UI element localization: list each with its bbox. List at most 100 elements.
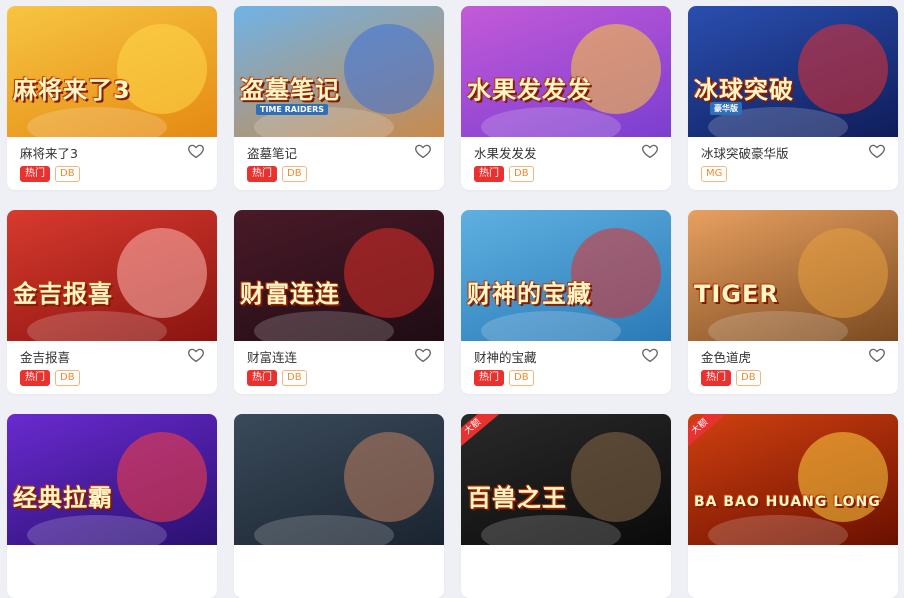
game-logo-text: 麻将来了3	[13, 76, 131, 104]
game-name: 财富连连	[247, 350, 298, 365]
game-tags: 热门 DB	[20, 370, 80, 386]
game-logo-subtitle: 豪华版	[710, 102, 742, 115]
game-logo-text: 财神的宝藏	[467, 280, 592, 308]
heart-outline-icon	[869, 348, 885, 363]
corner-badge: 大额	[461, 414, 501, 452]
game-card[interactable]: 经典拉霸	[7, 414, 217, 598]
game-logo-text: 盗墓笔记	[240, 76, 340, 104]
game-card[interactable]: 盗墓笔记 TIME RAIDERS 盗墓笔记 热门 DB	[234, 6, 444, 190]
game-grid: 麻将来了3 麻将来了3 热门 DB 盗墓笔记 TIME RAIDERS 盗墓笔记 热门 DB 水果…	[7, 6, 898, 598]
favorite-heart-icon[interactable]	[414, 142, 432, 160]
artwork-decoration	[344, 24, 434, 114]
game-info: 盗墓笔记热门 DB	[234, 137, 444, 190]
game-logo-text: 金吉报喜	[13, 280, 113, 308]
game-logo-text: 冰球突破	[694, 76, 794, 104]
hot-tag: 热门	[701, 370, 731, 386]
game-card[interactable]: 金吉报喜 金吉报喜 热门 DB	[7, 210, 217, 394]
game-logo-text: 水果发发发	[467, 76, 592, 104]
game-logo-text: TIGER	[694, 280, 779, 308]
provider-tag: DB	[509, 370, 534, 386]
game-thumbnail[interactable]: 冰球突破 豪华版	[688, 6, 898, 137]
game-thumbnail[interactable]: 百兽之王 大额	[461, 414, 671, 545]
favorite-heart-icon[interactable]	[187, 346, 205, 364]
corner-badge: 大额	[688, 414, 728, 452]
hot-tag: 热门	[474, 166, 504, 182]
heart-outline-icon	[415, 348, 431, 363]
game-card[interactable]: TIGER 金色道虎热门 DB	[688, 210, 898, 394]
favorite-heart-icon[interactable]	[868, 346, 886, 364]
favorite-heart-icon[interactable]	[641, 346, 659, 364]
game-thumbnail[interactable]: BA BAO HUANG LONG 大额	[688, 414, 898, 545]
game-tags: 热门 DB	[474, 370, 534, 386]
game-card[interactable]: BA BAO HUANG LONG 大额	[688, 414, 898, 598]
hot-tag: 热门	[20, 166, 50, 182]
game-thumbnail[interactable]: 麻将来了3	[7, 6, 217, 137]
provider-tag: DB	[282, 370, 307, 386]
game-thumbnail[interactable]: 经典拉霸	[7, 414, 217, 545]
game-card[interactable]: 水果发发发 水果发发发 热门 DB	[461, 6, 671, 190]
hot-tag: 热门	[247, 166, 277, 182]
artwork-decoration	[117, 432, 207, 522]
game-card[interactable]: 麻将来了3 麻将来了3 热门 DB	[7, 6, 217, 190]
game-name: 麻将来了3	[20, 146, 78, 161]
game-tags: MG	[701, 166, 728, 182]
artwork-decoration	[798, 228, 888, 318]
game-card[interactable]	[234, 414, 444, 598]
favorite-heart-icon[interactable]	[868, 142, 886, 160]
provider-tag: DB	[736, 370, 761, 386]
game-name: 金吉报喜	[20, 350, 71, 365]
artwork-decoration	[708, 311, 848, 341]
game-tags: 热门 DB	[20, 166, 80, 182]
game-tags: 热门 DB	[247, 370, 307, 386]
game-logo-text: 财富连连	[240, 280, 340, 308]
game-info: 金吉报喜热门 DB	[7, 341, 217, 394]
provider-tag: DB	[282, 166, 307, 182]
game-card[interactable]: 财富连连 财富连连 热门 DB	[234, 210, 444, 394]
artwork-decoration	[344, 432, 434, 522]
game-tags: 热门 DB	[701, 370, 761, 386]
game-info: 财富连连热门 DB	[234, 341, 444, 394]
game-tags: 热门 DB	[474, 166, 534, 182]
game-card[interactable]: 财神的宝藏 财神的宝藏 热门 DB	[461, 210, 671, 394]
artwork-decoration	[481, 515, 621, 545]
favorite-heart-icon[interactable]	[641, 142, 659, 160]
game-logo-text: 经典拉霸	[13, 484, 113, 512]
game-thumbnail[interactable]: 财神的宝藏	[461, 210, 671, 341]
game-name: 水果发发发	[474, 146, 537, 161]
game-logo-text: BA BAO HUANG LONG	[694, 494, 881, 510]
heart-outline-icon	[642, 144, 658, 159]
game-info: 水果发发发热门 DB	[461, 137, 671, 190]
provider-tag: DB	[55, 166, 80, 182]
artwork-decoration	[798, 24, 888, 114]
heart-outline-icon	[188, 348, 204, 363]
artwork-decoration	[27, 311, 167, 341]
game-thumbnail[interactable]: 财富连连	[234, 210, 444, 341]
game-card[interactable]: 冰球突破 豪华版 冰球突破豪华版 MG	[688, 6, 898, 190]
favorite-heart-icon[interactable]	[414, 346, 432, 364]
heart-outline-icon	[415, 144, 431, 159]
game-info: 冰球突破豪华版 MG	[688, 137, 898, 190]
heart-outline-icon	[869, 144, 885, 159]
game-name: 金色道虎	[701, 350, 752, 365]
hot-tag: 热门	[20, 370, 50, 386]
provider-tag: DB	[509, 166, 534, 182]
game-name: 冰球突破豪华版	[701, 146, 789, 161]
artwork-decoration	[27, 107, 167, 137]
artwork-decoration	[571, 432, 661, 522]
game-thumbnail[interactable]: 金吉报喜	[7, 210, 217, 341]
game-name: 财神的宝藏	[474, 350, 537, 365]
artwork-decoration	[481, 311, 621, 341]
game-card[interactable]: 百兽之王 大额	[461, 414, 671, 598]
artwork-decoration	[117, 228, 207, 318]
favorite-heart-icon[interactable]	[187, 142, 205, 160]
hot-tag: 热门	[247, 370, 277, 386]
game-thumbnail[interactable]: TIGER	[688, 210, 898, 341]
artwork-decoration	[344, 228, 434, 318]
game-thumbnail[interactable]	[234, 414, 444, 545]
game-logo-subtitle: TIME RAIDERS	[256, 104, 328, 115]
heart-outline-icon	[642, 348, 658, 363]
game-thumbnail[interactable]: 盗墓笔记 TIME RAIDERS	[234, 6, 444, 137]
game-name: 盗墓笔记	[247, 146, 298, 161]
artwork-decoration	[708, 515, 848, 545]
game-thumbnail[interactable]: 水果发发发	[461, 6, 671, 137]
